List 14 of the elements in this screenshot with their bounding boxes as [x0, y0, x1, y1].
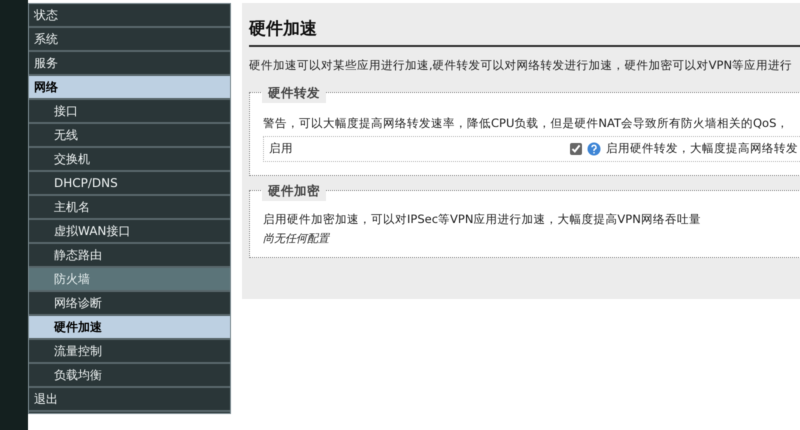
- sidebar-item[interactable]: 防火墙: [29, 268, 230, 292]
- help-text: 启用硬件转发，大幅度提高网络转发: [606, 140, 798, 158]
- page-description: 硬件加速可以对某些应用进行加速,硬件转发可以对网络转发进行加速，硬件加密可以对VPN等应用进行: [249, 56, 792, 74]
- group-legend: 硬件加密: [262, 182, 326, 200]
- sidebar-item[interactable]: 网络: [29, 76, 230, 100]
- group-description: 启用硬件加密加速，可以对IPSec等VPN应用进行加速，大幅度提高VPN网络吞吐量: [263, 210, 701, 228]
- enable-checkbox[interactable]: [570, 143, 582, 155]
- page-title: 硬件加速: [249, 17, 800, 46]
- option-label: 启用: [269, 140, 294, 158]
- empty-note: 尚无任何配置: [263, 231, 329, 247]
- warning-text: 警告，可以大幅度提高网络转发速率，降低CPU负载，但是硬件NAT会导致所有防火墙相关的QoS，: [263, 114, 788, 132]
- sidebar-item[interactable]: 硬件加速: [29, 316, 230, 340]
- group-legend: 硬件转发: [262, 84, 326, 102]
- help-icon[interactable]: [587, 142, 601, 156]
